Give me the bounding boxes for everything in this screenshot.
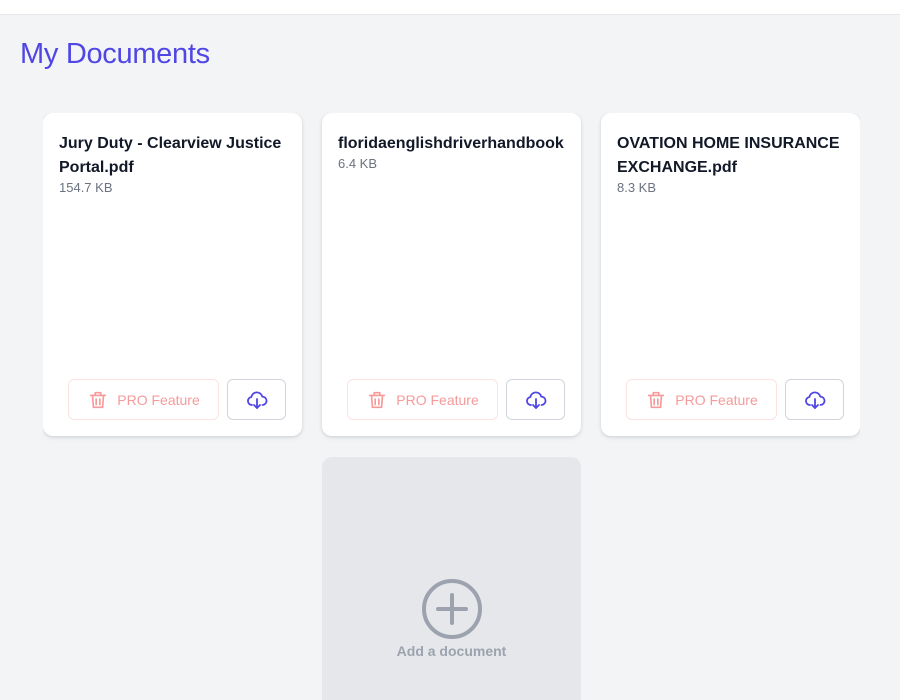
cloud-download-icon bbox=[525, 390, 546, 409]
document-size: 6.4 KB bbox=[338, 156, 378, 171]
document-title-block: floridaenglishdriverhandbook 6.4 KB bbox=[338, 132, 570, 172]
document-name: floridaenglishdriverhandbook bbox=[338, 135, 564, 152]
document-name: Jury Duty - Clearview Justice Portal.pdf bbox=[59, 135, 282, 176]
pro-feature-delete-button[interactable]: PRO Feature bbox=[68, 379, 219, 420]
document-card: floridaenglishdriverhandbook 6.4 KB PRO … bbox=[322, 113, 581, 436]
document-title-block: Jury Duty - Clearview Justice Portal.pdf… bbox=[59, 132, 291, 196]
top-bar bbox=[0, 0, 900, 15]
trash-icon bbox=[648, 391, 665, 408]
document-size: 8.3 KB bbox=[617, 180, 657, 195]
pro-feature-delete-button[interactable]: PRO Feature bbox=[347, 379, 498, 420]
plus-circle-icon bbox=[422, 579, 482, 639]
pro-feature-label: PRO Feature bbox=[117, 391, 200, 408]
add-document-label: Add a document bbox=[396, 643, 507, 659]
pro-feature-delete-button[interactable]: PRO Feature bbox=[626, 379, 777, 420]
download-button[interactable] bbox=[227, 379, 286, 420]
page-title: My Documents bbox=[20, 38, 210, 70]
document-size: 154.7 KB bbox=[59, 180, 113, 195]
document-card: OVATION HOME INSURANCE EXCHANGE.pdf 8.3 … bbox=[601, 113, 860, 436]
document-card: Jury Duty - Clearview Justice Portal.pdf… bbox=[43, 113, 302, 436]
download-button[interactable] bbox=[506, 379, 565, 420]
document-name: OVATION HOME INSURANCE EXCHANGE.pdf bbox=[617, 135, 840, 176]
add-document-button[interactable]: Add a document bbox=[322, 457, 581, 700]
pro-feature-label: PRO Feature bbox=[675, 391, 758, 408]
cloud-download-icon bbox=[246, 390, 267, 409]
download-button[interactable] bbox=[785, 379, 844, 420]
cloud-download-icon bbox=[804, 390, 825, 409]
pro-feature-label: PRO Feature bbox=[396, 391, 479, 408]
documents-grid: Jury Duty - Clearview Justice Portal.pdf… bbox=[43, 113, 860, 700]
document-title-block: OVATION HOME INSURANCE EXCHANGE.pdf 8.3 … bbox=[617, 132, 849, 196]
trash-icon bbox=[369, 391, 386, 408]
trash-icon bbox=[90, 391, 107, 408]
